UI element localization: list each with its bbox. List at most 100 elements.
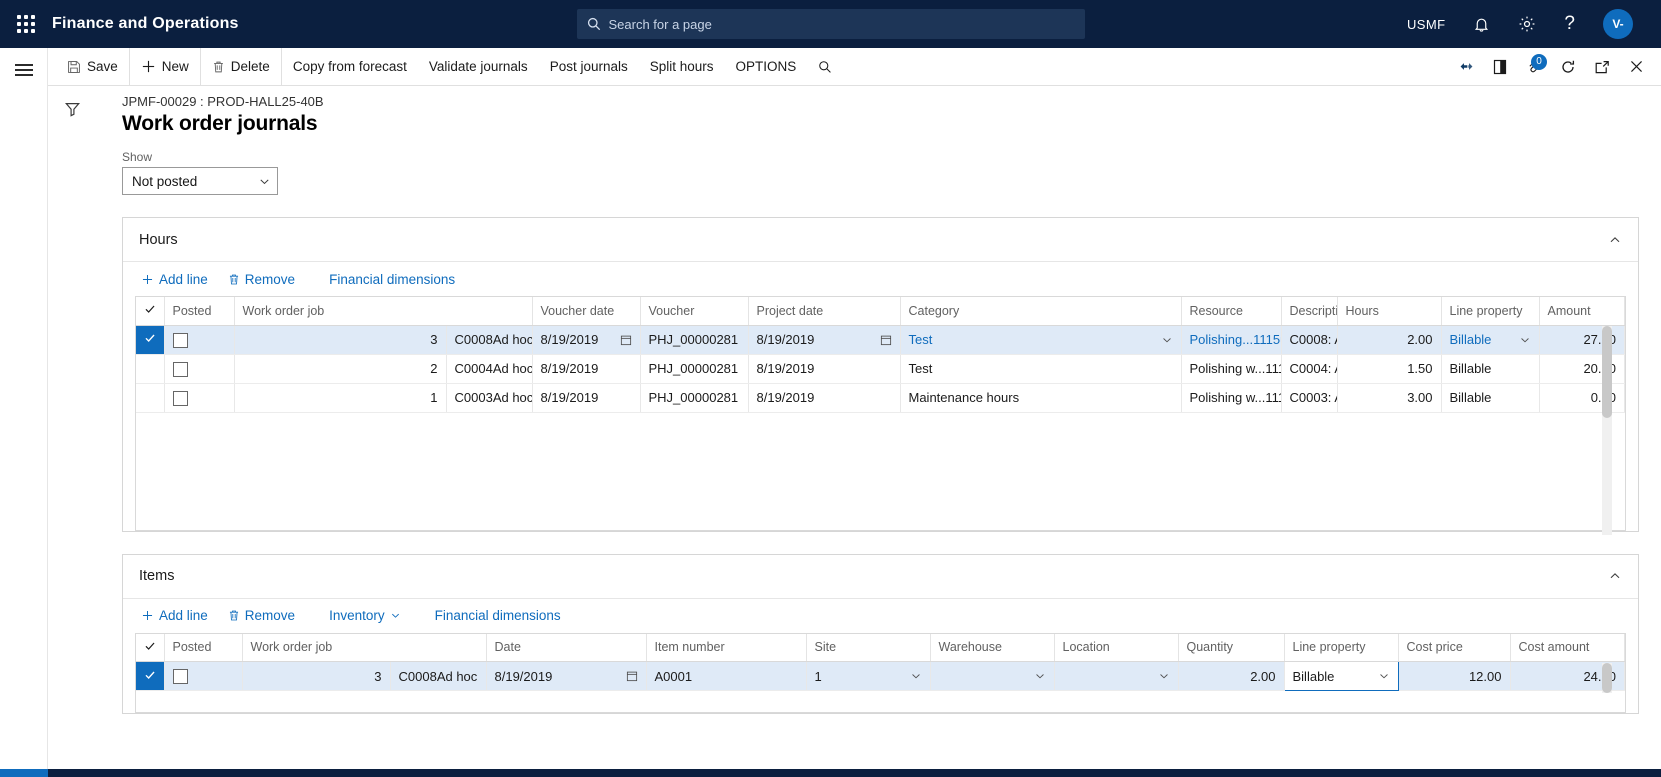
items-remove-button[interactable]: Remove [218, 599, 305, 633]
validate-journals-button[interactable]: Validate journals [418, 48, 539, 86]
items-site[interactable]: 1 [806, 661, 931, 691]
items-financial-dimensions-button[interactable]: Financial dimensions [425, 599, 571, 633]
refresh-icon[interactable] [1551, 48, 1585, 86]
chevron-down-icon[interactable] [1378, 670, 1390, 682]
hours-row-selector[interactable] [136, 325, 165, 355]
table-row[interactable]: 2 C0004 Ad hoc 8/19/2019 PHJ_00000281 8/ [136, 354, 1625, 384]
hours-col-line-property[interactable]: Line property [1441, 297, 1540, 326]
table-row[interactable]: 1 C0003 Ad hoc 8/19/2019 PHJ_00000281 8/ [136, 383, 1625, 413]
delete-button[interactable]: Delete [199, 47, 281, 86]
hours-voucher-date[interactable]: 8/19/2019 [532, 325, 641, 355]
attachments-icon[interactable]: 0 [1517, 48, 1551, 86]
hours-resource[interactable]: Polishing w... 1115 usmf [1181, 354, 1282, 384]
hours-voucher-date[interactable]: 8/19/2019 [532, 383, 641, 413]
hours-posted-checkbox[interactable] [164, 354, 235, 384]
hours-col-amount[interactable]: Amount [1539, 297, 1625, 326]
hours-job-cell[interactable]: C0003 Ad hoc [446, 383, 533, 413]
hours-resource[interactable]: Polishing w... 1115 usmf [1181, 383, 1282, 413]
hours-description[interactable]: C0003: Ad hoc [1281, 383, 1338, 413]
hours-col-voucher-date[interactable]: Voucher date [532, 297, 641, 326]
show-select[interactable]: Not posted [122, 167, 278, 195]
hours-hours-value[interactable]: 3.00 [1337, 383, 1442, 413]
calendar-icon[interactable] [626, 670, 638, 682]
items-select-all-header[interactable] [136, 633, 165, 662]
hours-grid-scrollbar[interactable] [1602, 326, 1612, 535]
items-col-line-property[interactable]: Line property [1284, 633, 1399, 662]
calendar-icon[interactable] [620, 334, 632, 346]
items-section-header[interactable]: Items [123, 555, 1638, 599]
hours-line-property[interactable]: Billable [1441, 325, 1540, 355]
hours-row-selector[interactable] [136, 383, 165, 413]
hours-financial-dimensions-button[interactable]: Financial dimensions [319, 262, 465, 296]
checkbox[interactable] [172, 669, 188, 685]
chevron-down-icon[interactable] [910, 670, 922, 682]
hours-job-cell[interactable]: C0004 Ad hoc [446, 354, 533, 384]
items-col-cost-amount[interactable]: Cost amount [1510, 633, 1625, 662]
items-col-work-order-job[interactable]: Work order job [242, 633, 487, 662]
save-button[interactable]: Save [56, 48, 129, 86]
hours-posted-checkbox[interactable] [164, 383, 235, 413]
hours-category[interactable]: Test [900, 354, 1182, 384]
hours-col-work-order-job[interactable]: Work order job [234, 297, 533, 326]
app-launcher-icon[interactable] [0, 15, 52, 33]
hours-voucher[interactable]: PHJ_00000281 [640, 354, 749, 384]
split-hours-button[interactable]: Split hours [639, 48, 725, 86]
hours-col-category[interactable]: Category [900, 297, 1182, 326]
hours-job-cell[interactable]: C0008 Ad hoc [446, 325, 533, 355]
hours-description[interactable]: C0004: Ad hoc [1281, 354, 1338, 384]
items-col-quantity[interactable]: Quantity [1178, 633, 1285, 662]
user-avatar[interactable]: V- [1589, 0, 1647, 48]
hours-line-property[interactable]: Billable [1441, 354, 1540, 384]
items-quantity[interactable]: 2.00 [1178, 661, 1285, 691]
hours-col-description[interactable]: Description [1281, 297, 1338, 326]
close-icon[interactable] [1619, 48, 1653, 86]
hours-project-date[interactable]: 8/19/2019 [748, 325, 901, 355]
items-posted-checkbox[interactable] [164, 661, 243, 691]
hours-description[interactable]: C0008: Ad hoc [1281, 325, 1338, 355]
hours-section-header[interactable]: Hours [123, 218, 1638, 262]
hours-voucher[interactable]: PHJ_00000281 [640, 325, 749, 355]
hours-project-date[interactable]: 8/19/2019 [748, 383, 901, 413]
items-warehouse[interactable] [930, 661, 1055, 691]
items-col-posted[interactable]: Posted [164, 633, 243, 662]
checkbox[interactable] [172, 332, 188, 348]
items-job-cell[interactable]: C0008 Ad hoc [390, 661, 487, 691]
breadcrumb[interactable]: JPMF-00029 : PROD-HALL25-40B [74, 86, 1661, 109]
items-location[interactable] [1054, 661, 1179, 691]
items-col-location[interactable]: Location [1054, 633, 1179, 662]
items-col-site[interactable]: Site [806, 633, 931, 662]
items-col-item-number[interactable]: Item number [646, 633, 807, 662]
action-search-button[interactable] [807, 48, 843, 86]
items-grid-scrollbar[interactable] [1602, 662, 1612, 693]
help-icon[interactable]: ? [1550, 0, 1589, 48]
hours-col-voucher[interactable]: Voucher [640, 297, 749, 326]
items-add-line-button[interactable]: Add line [131, 599, 218, 633]
items-cost-price[interactable]: 12.00 [1398, 661, 1511, 691]
items-row-selector[interactable] [136, 661, 165, 691]
calendar-icon[interactable] [880, 334, 892, 346]
checkbox[interactable] [172, 361, 188, 377]
items-col-cost-price[interactable]: Cost price [1398, 633, 1511, 662]
hours-row-selector[interactable] [136, 354, 165, 384]
relations-icon[interactable] [1449, 48, 1483, 86]
items-item-number[interactable]: A0001 [646, 661, 807, 691]
global-search-input[interactable]: Search for a page [576, 9, 1085, 39]
hours-hours-value[interactable]: 2.00 [1337, 325, 1442, 355]
options-tab[interactable]: OPTIONS [725, 48, 808, 86]
hours-add-line-button[interactable]: Add line [131, 262, 218, 296]
hours-col-resource[interactable]: Resource [1181, 297, 1282, 326]
hours-category[interactable]: Maintenance hours [900, 383, 1182, 413]
items-col-warehouse[interactable]: Warehouse [930, 633, 1055, 662]
hours-col-posted[interactable]: Posted [164, 297, 235, 326]
checkbox[interactable] [172, 390, 188, 406]
hours-posted-checkbox[interactable] [164, 325, 235, 355]
company-selector[interactable]: USMF [1393, 0, 1459, 48]
items-col-date[interactable]: Date [486, 633, 647, 662]
notifications-icon[interactable] [1459, 0, 1504, 48]
hours-hours-value[interactable]: 1.50 [1337, 354, 1442, 384]
hours-line-property[interactable]: Billable [1441, 383, 1540, 413]
table-row[interactable]: 3 C0008 Ad hoc [136, 325, 1625, 355]
expand-navigation-icon[interactable] [0, 48, 48, 92]
items-line-property[interactable]: Billable [1283, 661, 1399, 691]
hours-voucher-date[interactable]: 8/19/2019 [532, 354, 641, 384]
